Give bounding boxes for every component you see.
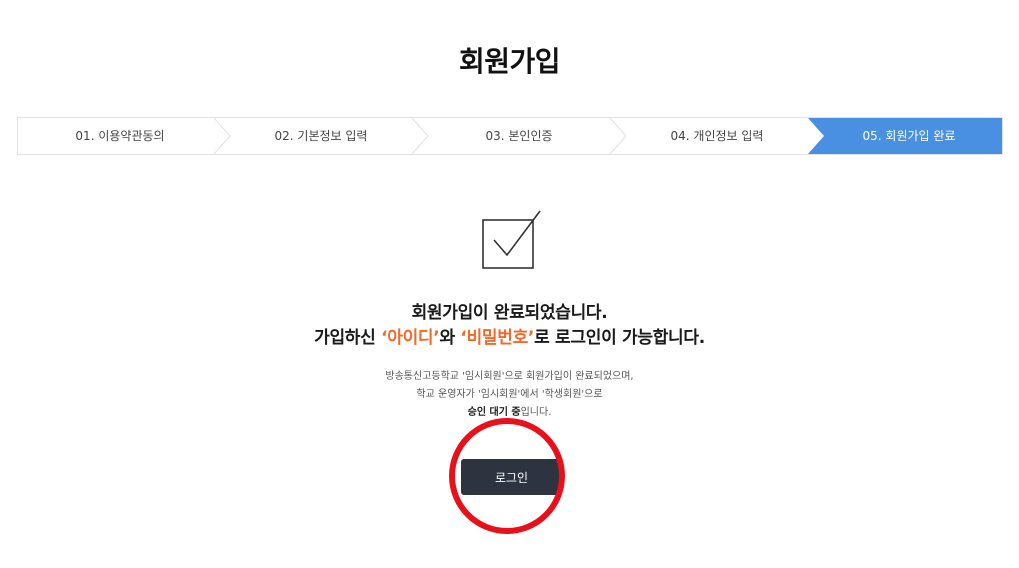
highlight-id: ‘아이디’ [381, 328, 440, 348]
checkbox-check-icon [478, 207, 544, 277]
step-4-personal-info: 04. 개인정보 입력 [670, 129, 764, 143]
highlight-password: ‘비밀번호’ [460, 328, 535, 348]
login-guide-prefix: 가입하신 [314, 328, 382, 348]
page-title: 회원가입 [458, 45, 561, 78]
notice-line-1: 방송통신고등학교 '임시회원'으로 회원가입이 완료되었으며, [385, 371, 634, 382]
step-2-basic-info: 02. 기본정보 입력 [274, 129, 368, 143]
step-1-terms: 01. 이용약관동의 [75, 129, 165, 143]
notice-line-3-rest: 입니다. [520, 407, 552, 418]
complete-message: 회원가입이 완료되었습니다. [411, 303, 608, 323]
approval-pending-text: 승인 대기 중 [467, 407, 521, 418]
step-5-complete: 05. 회원가입 완료 [862, 129, 956, 143]
login-guide-suffix: 로 로그인이 가능합니다. [534, 328, 705, 348]
login-button[interactable]: 로그인 [461, 459, 562, 495]
notice-line-3: 승인 대기 중입니다. [0, 404, 1019, 422]
signup-step-progress: 01. 이용약관동의 02. 기본정보 입력 03. 본인인증 04. 개인정보… [17, 117, 1003, 155]
login-guide-and: 와 [439, 328, 461, 348]
step-3-verification: 03. 본인인증 [485, 129, 553, 143]
notice-line-2: 학교 운영자가 '임시회원'에서 '학생회원'으로 [416, 389, 603, 400]
login-guide-message: 가입하신 ‘아이디’와 ‘비밀번호’로 로그인이 가능합니다. [0, 323, 1019, 348]
